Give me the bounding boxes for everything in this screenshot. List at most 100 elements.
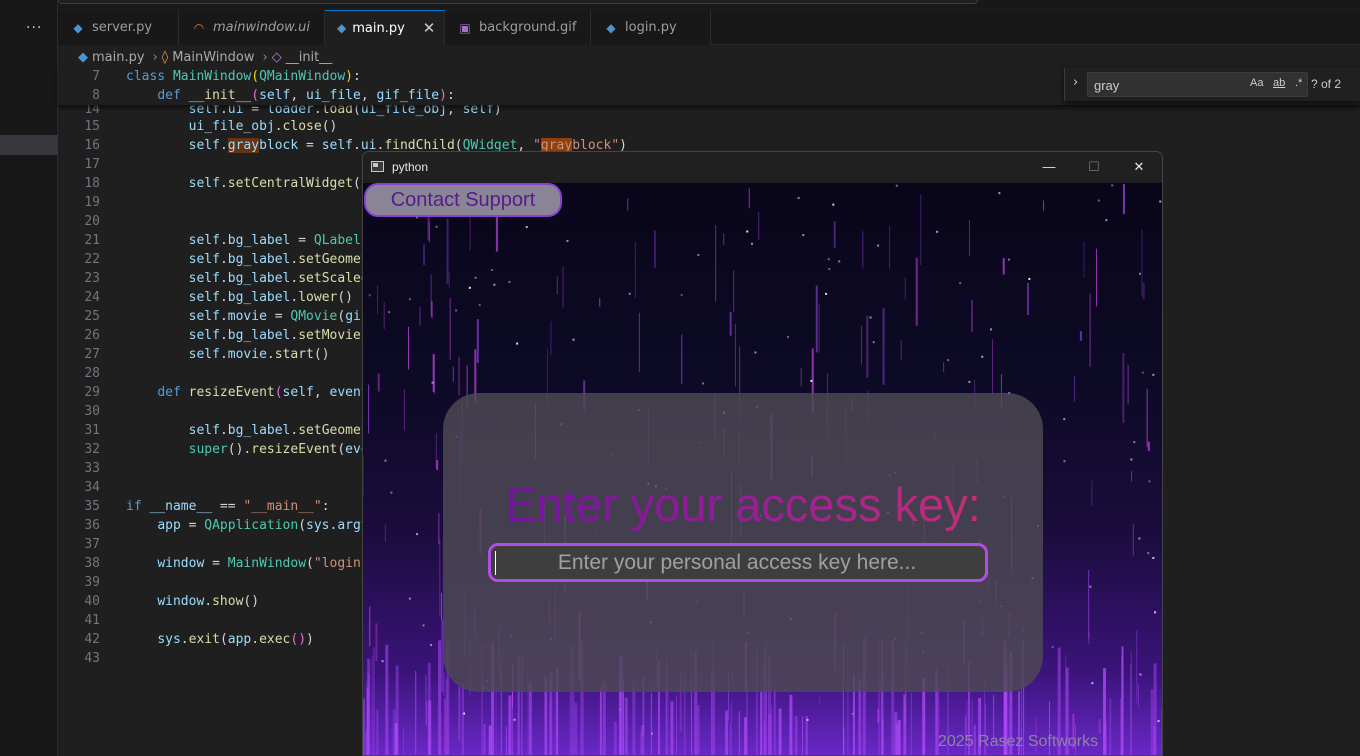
line-number: 8 (92, 88, 100, 103)
sparkle-dot (832, 203, 835, 206)
sparkle-dot (388, 311, 391, 314)
sparkle-dot (1133, 441, 1136, 444)
sparkle-dot (1028, 277, 1031, 280)
sparkle-dot (1091, 682, 1094, 685)
sparkle-dot (1147, 552, 1150, 555)
line-number: 21 (84, 233, 100, 248)
sparkle-dot (869, 316, 872, 319)
sparkle-dot (998, 192, 1001, 195)
line-number: 32 (84, 442, 100, 457)
find-input[interactable] (1094, 76, 1234, 94)
match-case-icon[interactable]: Aa (1250, 77, 1263, 89)
sparkle-dot (838, 260, 841, 263)
sparkle-dot (493, 283, 496, 286)
maximize-button[interactable]: ☐ (1071, 152, 1117, 183)
activity-bar: ··· (0, 0, 58, 756)
tab-login-py[interactable]: ◆ login.py (591, 10, 711, 45)
sparkle-dot (1148, 480, 1151, 483)
editor-tabs: ◆ server.py ◠ mainwindow.ui ◆ main.py ✕ … (58, 10, 1360, 45)
line-number: 19 (84, 195, 100, 210)
sparkle-dot (408, 298, 411, 301)
sparkle-dot (490, 268, 493, 271)
title-strip (0, 0, 1360, 9)
sparkle-dot (1089, 585, 1092, 588)
line-number: 23 (84, 271, 100, 286)
access-key-input[interactable] (497, 548, 977, 578)
sparkle-dot (877, 244, 880, 247)
sparkle-dot (981, 355, 984, 358)
line-number: 38 (84, 556, 100, 571)
command-center[interactable] (58, 0, 978, 4)
sparkle-dot (1111, 184, 1114, 187)
line-number: 31 (84, 423, 100, 438)
tab-background-gif[interactable]: ▣ background.gif (445, 10, 591, 45)
sparkle-dot (697, 253, 700, 256)
tab-server-py[interactable]: ◆ server.py (58, 10, 179, 45)
tab-label: background.gif (479, 20, 577, 35)
sparkle-dot (1157, 720, 1160, 723)
regex-icon[interactable]: .* (1295, 77, 1302, 89)
line-number: 17 (84, 157, 100, 172)
line-number: 22 (84, 252, 100, 267)
line-number: 25 (84, 309, 100, 324)
sparkle-dot (430, 644, 433, 647)
sparkle-dot (750, 242, 753, 245)
sparkle-dot (408, 597, 411, 600)
tab-label: mainwindow.ui (213, 20, 310, 35)
line-number: 43 (84, 651, 100, 666)
sparkle-dot (1139, 673, 1142, 676)
sparkle-dot (474, 276, 477, 279)
breadcrumb-class[interactable]: MainWindow (172, 50, 254, 65)
line-number: 16 (84, 138, 100, 153)
line-number: 24 (84, 290, 100, 305)
more-icon[interactable]: ··· (26, 20, 42, 36)
access-key-field[interactable] (488, 543, 988, 582)
close-window-button[interactable]: ✕ (1116, 152, 1162, 183)
sparkle-dot (936, 230, 939, 233)
close-icon[interactable]: ✕ (423, 19, 436, 37)
sparkle-dot (468, 286, 471, 289)
sparkle-dot (1063, 460, 1066, 463)
match-whole-word-icon[interactable]: ab (1273, 77, 1285, 89)
access-key-heading: Enter your access key: (443, 477, 1043, 532)
sparkle-dot (802, 234, 805, 237)
line-number: 40 (84, 594, 100, 609)
sparkle-dot (516, 342, 519, 345)
sparkle-dot (746, 230, 749, 233)
sparkle-dot (368, 294, 371, 297)
find-widget: › Aa ab .* ? of 2 (1064, 68, 1360, 101)
sparkle-dot (422, 624, 425, 627)
line-number: 39 (84, 575, 100, 590)
sparkle-dot (1159, 200, 1162, 203)
breadcrumb-file[interactable]: main.py (92, 50, 145, 65)
chevron-right-icon: › (262, 49, 268, 65)
find-box: Aa ab .* (1087, 72, 1308, 97)
line-number: 29 (84, 385, 100, 400)
chevron-right-icon[interactable]: › (1073, 75, 1078, 90)
sparkle-dot (1063, 418, 1066, 421)
sparkle-dot (827, 258, 830, 261)
sparkle-dot (810, 379, 813, 382)
line-number: 41 (84, 613, 100, 628)
contact-support-button[interactable]: Contact Support (364, 183, 562, 217)
breadcrumb-method[interactable]: __init__ (286, 50, 333, 65)
line-number: 28 (84, 366, 100, 381)
sparkle-dot (1097, 199, 1100, 202)
minimize-button[interactable]: — (1026, 152, 1072, 183)
python-app-window: python — ☐ ✕ Contact Support Enter your … (362, 151, 1163, 756)
sparkle-dot (435, 225, 438, 228)
sparkle-dot (989, 328, 992, 331)
window-titlebar[interactable]: python — ☐ ✕ (363, 152, 1162, 183)
tab-mainwindow-ui[interactable]: ◠ mainwindow.ui (179, 10, 325, 45)
line-number: 35 (84, 499, 100, 514)
sparkle-dot (572, 338, 575, 341)
line-number: 18 (84, 176, 100, 191)
line-number: 27 (84, 347, 100, 362)
tab-main-py[interactable]: ◆ main.py ✕ (325, 10, 445, 45)
method-symbol-icon: ◇ (271, 49, 282, 65)
class-symbol-icon: ◊ (161, 49, 169, 65)
activity-selection (0, 135, 58, 155)
sparkle-dot (1130, 458, 1133, 461)
sparkle-dot (786, 335, 789, 338)
sparkle-dot (797, 197, 800, 200)
